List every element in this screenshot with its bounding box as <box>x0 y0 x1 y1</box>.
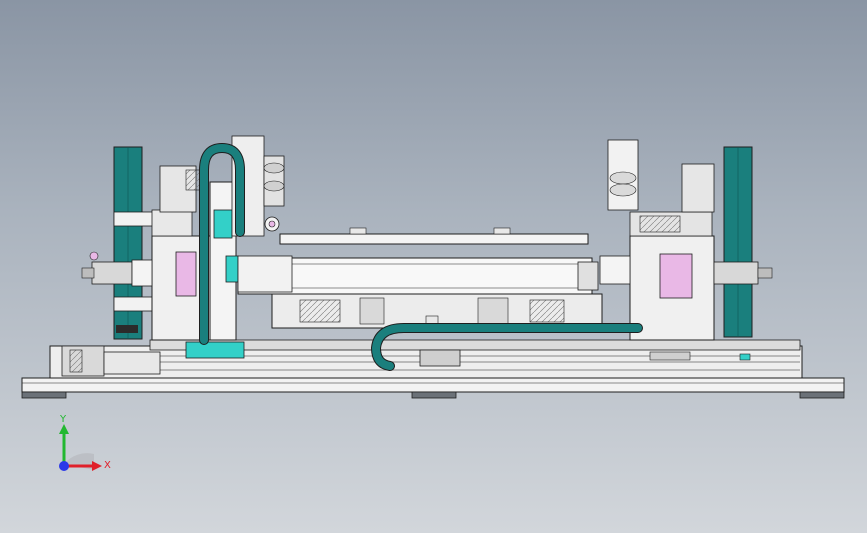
right-teal-column <box>723 146 753 338</box>
left-teal-column <box>113 146 155 340</box>
drive-motor <box>61 345 105 377</box>
y-axis-label: Y <box>59 414 67 425</box>
left-pink-plate <box>175 251 197 297</box>
z-axis-dot <box>59 461 69 471</box>
axis-triad: X Y <box>59 414 111 471</box>
base-plate <box>21 377 845 399</box>
lower-rail <box>49 339 803 379</box>
top-bar <box>279 227 589 245</box>
right-pink-plate <box>659 253 693 299</box>
foot-right <box>799 391 845 399</box>
cyan-carriage <box>185 341 245 359</box>
main-beam <box>237 257 603 329</box>
foot-center <box>411 391 457 399</box>
x-axis-label: X <box>104 460 111 471</box>
cad-assembly-view: X Y <box>21 135 845 471</box>
left-cylinder <box>91 261 133 285</box>
right-cylinder <box>713 261 759 285</box>
foot-left <box>21 391 67 399</box>
